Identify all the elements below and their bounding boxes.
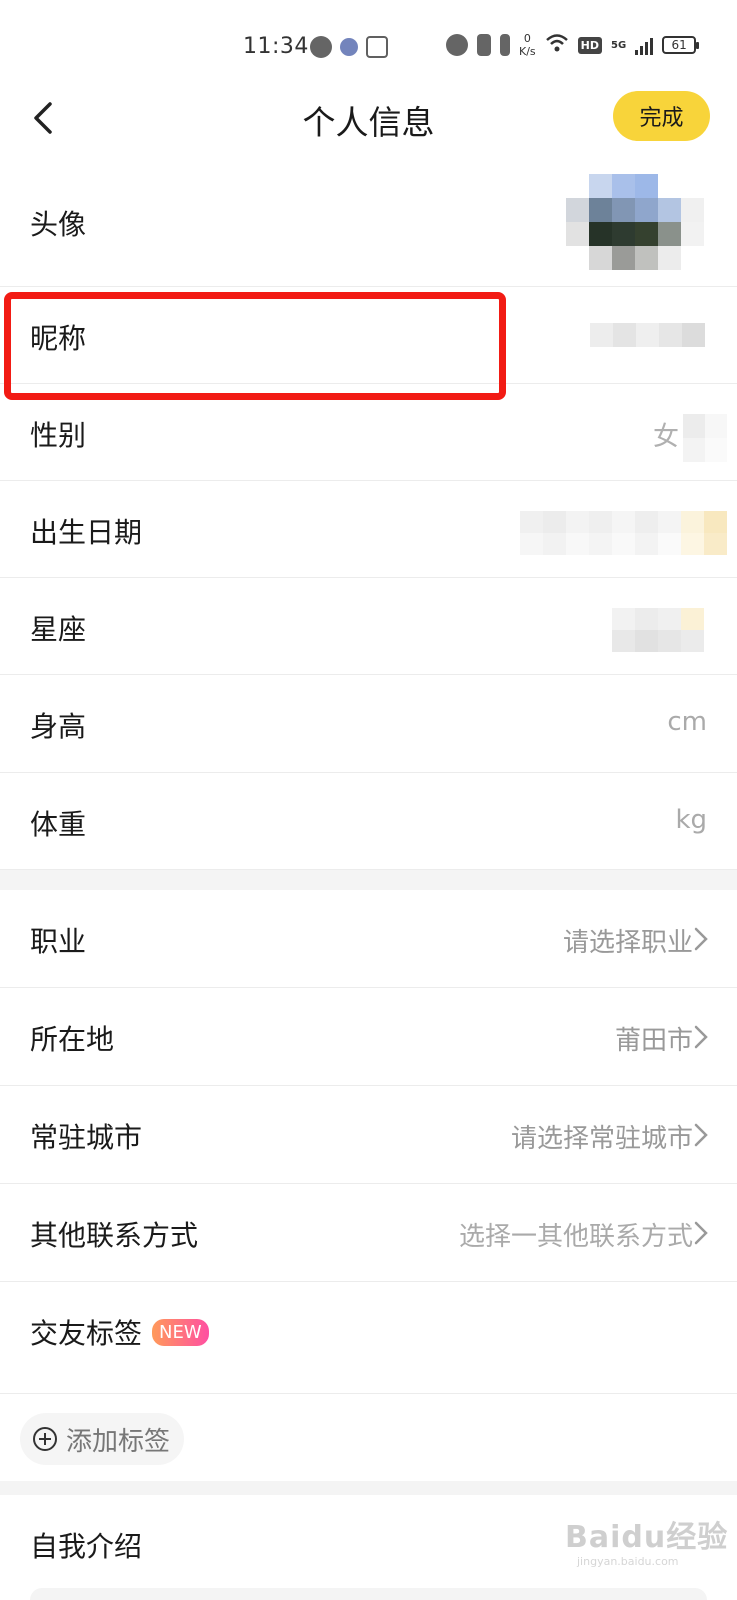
chevron-right-icon bbox=[693, 926, 709, 952]
other-contact-value: 选择一其他联系方式 bbox=[458, 1222, 693, 1252]
net-speed: 0 K/s bbox=[519, 32, 536, 58]
row-label: 身高 bbox=[30, 710, 87, 743]
height-unit: cm bbox=[667, 707, 707, 737]
weight-unit: kg bbox=[675, 805, 707, 835]
net-speed-unit: K/s bbox=[519, 45, 536, 58]
self-intro-input[interactable] bbox=[30, 1588, 707, 1600]
nickname-value-blurred bbox=[590, 323, 705, 347]
row-label: 交友标签 NEW bbox=[30, 1312, 209, 1352]
new-badge: NEW bbox=[152, 1318, 209, 1346]
gender-blur bbox=[683, 414, 727, 462]
row-friend-tags: 交友标签 NEW bbox=[0, 1282, 737, 1394]
row-constellation[interactable]: 星座 bbox=[0, 578, 737, 675]
row-label: 性别 bbox=[30, 419, 87, 452]
hand-shield-icon bbox=[366, 36, 388, 58]
row-other-contact[interactable]: 其他联系方式 选择一其他联系方式 bbox=[0, 1184, 737, 1282]
notification-icons bbox=[310, 36, 388, 58]
chevron-right-icon bbox=[693, 1220, 709, 1246]
vibrate-icon bbox=[500, 34, 510, 56]
done-button[interactable]: 完成 bbox=[613, 91, 710, 141]
row-occupation[interactable]: 职业 请选择职业 bbox=[0, 890, 737, 988]
network-type: 5G bbox=[611, 39, 627, 51]
row-avatar[interactable]: 头像 bbox=[0, 156, 737, 287]
chevron-right-icon bbox=[693, 1024, 709, 1050]
net-speed-value: 0 bbox=[523, 32, 531, 45]
alarm-icon bbox=[446, 34, 468, 56]
row-birthdate[interactable]: 出生日期 bbox=[0, 481, 737, 578]
row-label: 所在地 bbox=[30, 1023, 115, 1056]
wechat-icon bbox=[310, 36, 332, 58]
row-label: 星座 bbox=[30, 613, 87, 646]
status-time: 11:34 bbox=[243, 34, 309, 59]
avatar bbox=[566, 174, 704, 270]
signal-icon bbox=[635, 35, 654, 55]
occupation-value: 请选择职业 bbox=[562, 928, 693, 958]
birthdate-value-blurred bbox=[520, 511, 727, 555]
add-tag-label: 添加标签 bbox=[66, 1426, 171, 1457]
watermark-url: jingyan.baidu.com bbox=[577, 1555, 679, 1568]
watermark-logo: Baidu经验 bbox=[565, 1520, 729, 1555]
row-label: 昵称 bbox=[30, 322, 87, 355]
section-divider bbox=[0, 1481, 737, 1495]
battery-icon: 61 bbox=[662, 36, 700, 54]
self-intro-label: 自我介绍 bbox=[30, 1530, 143, 1563]
row-gender[interactable]: 性别 女 bbox=[0, 384, 737, 481]
baidu-paw-icon bbox=[340, 38, 358, 56]
row-height[interactable]: 身高 cm bbox=[0, 675, 737, 773]
constellation-value-blurred bbox=[612, 608, 704, 652]
row-label: 职业 bbox=[30, 925, 87, 958]
row-resident-city[interactable]: 常驻城市 请选择常驻城市 bbox=[0, 1086, 737, 1184]
resident-city-value: 请选择常驻城市 bbox=[510, 1124, 693, 1154]
row-label: 头像 bbox=[30, 208, 87, 241]
header-bar: 个人信息 完成 bbox=[0, 78, 737, 156]
friend-tags-label: 交友标签 bbox=[30, 1317, 143, 1350]
bluetooth-icon bbox=[477, 34, 491, 56]
gender-value: 女 bbox=[652, 422, 679, 452]
row-nickname[interactable]: 昵称 bbox=[0, 287, 737, 384]
row-location[interactable]: 所在地 莆田市 bbox=[0, 988, 737, 1086]
system-icons: 0 K/s HD 5G 61 bbox=[446, 32, 700, 58]
section-divider bbox=[0, 870, 737, 890]
wifi-icon bbox=[545, 33, 569, 57]
hd-icon: HD bbox=[577, 36, 602, 54]
chevron-right-icon bbox=[693, 1122, 709, 1148]
row-label: 体重 bbox=[30, 808, 87, 841]
location-value: 莆田市 bbox=[614, 1026, 693, 1056]
plus-circle-icon bbox=[33, 1427, 57, 1451]
add-tag-button[interactable]: 添加标签 bbox=[20, 1413, 185, 1465]
row-label: 常驻城市 bbox=[30, 1121, 143, 1154]
row-weight[interactable]: 体重 kg bbox=[0, 773, 737, 870]
row-label: 出生日期 bbox=[30, 516, 143, 549]
row-label: 其他联系方式 bbox=[30, 1219, 199, 1252]
